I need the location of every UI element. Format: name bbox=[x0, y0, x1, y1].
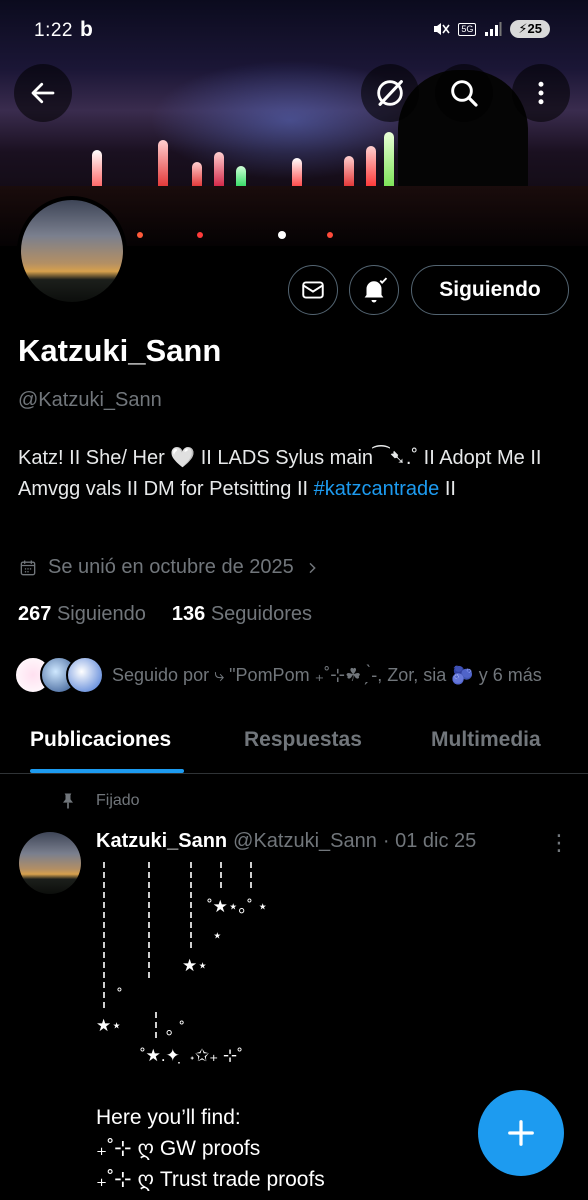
status-bar: 1:22 b 5G ⚡25 bbox=[0, 0, 588, 62]
vertical-dots-icon bbox=[538, 81, 544, 105]
joined-date[interactable]: Se unió en octubre de 2025 bbox=[18, 556, 320, 579]
post-header: Katzuki_Sann @Katzuki_Sann · 01 dic 25 bbox=[96, 830, 476, 853]
bio-text: Katz! II She/ Her 🤍 II LADS Sylus main⁀➷… bbox=[18, 447, 542, 500]
banner-fountain bbox=[236, 166, 246, 186]
pinned-text: Fijado bbox=[96, 792, 140, 809]
back-button[interactable] bbox=[14, 64, 72, 122]
followers-link[interactable]: 136 Seguidores bbox=[172, 603, 312, 626]
following-label: Siguiendo bbox=[56, 603, 146, 625]
deco-stars: ˚ bbox=[117, 986, 123, 1005]
profile-handle: @Katzuki_Sann bbox=[18, 389, 162, 411]
battery-indicator: ⚡25 bbox=[510, 20, 550, 38]
status-time: 1:22 bbox=[34, 20, 73, 41]
profile-avatar[interactable] bbox=[17, 196, 127, 306]
banner-fountain bbox=[292, 158, 302, 186]
deco-stars: ⋆ bbox=[212, 926, 223, 945]
followed-by-text: Seguido por ⤷ "PomPom ₊˚⊹☘ ̗ ̀-, Zor, si… bbox=[112, 664, 542, 685]
tab-publicaciones[interactable]: Publicaciones bbox=[30, 728, 171, 752]
banner-fountain bbox=[192, 162, 202, 186]
banner-fountain bbox=[158, 140, 168, 186]
profile-bio: Katz! II She/ Her 🤍 II LADS Sylus main⁀➷… bbox=[18, 443, 574, 505]
status-icons: 5G ⚡25 bbox=[432, 20, 550, 38]
signal-icon bbox=[485, 22, 502, 36]
deco-stars: ｡ ˚ bbox=[166, 1019, 185, 1038]
following-link[interactable]: 267 Siguiendo bbox=[18, 603, 146, 626]
bio-end: II bbox=[439, 478, 456, 500]
pinned-label: Fijado bbox=[58, 791, 140, 811]
calendar-icon bbox=[20, 560, 36, 575]
profile-tabs: Publicaciones Respuestas Multimedia bbox=[0, 708, 588, 774]
following-count: 267 bbox=[18, 603, 52, 625]
notifications-button[interactable] bbox=[349, 265, 399, 315]
deco-dashed-line bbox=[220, 862, 222, 888]
post-date: · 01 dic 25 bbox=[382, 830, 477, 852]
deco-stars: ˚★.✦ ̣ ˖✩₊ ⊹˚ bbox=[140, 1046, 243, 1065]
banner-fountain bbox=[366, 146, 376, 186]
followed-by[interactable]: Seguido por ⤷ "PomPom ₊˚⊹☘ ̗ ̀-, Zor, si… bbox=[14, 656, 542, 694]
post-body-line: ₊˚⊹ ღ Trust trade proofs bbox=[96, 1168, 325, 1191]
post-author-name[interactable]: Katzuki_Sann bbox=[96, 830, 227, 853]
profile-display-name: Katzuki_Sann bbox=[18, 333, 222, 368]
tab-multimedia[interactable]: Multimedia bbox=[431, 728, 541, 752]
deco-dashed-line bbox=[103, 862, 105, 1008]
more-options-button[interactable] bbox=[512, 64, 570, 122]
mute-icon bbox=[434, 23, 451, 35]
followers-count: 136 bbox=[171, 603, 206, 625]
post-more-button[interactable]: ⋮ bbox=[548, 830, 570, 856]
compose-post-button[interactable] bbox=[478, 1090, 564, 1176]
deco-stars: ˚★⋆｡˚ ⋆ bbox=[207, 897, 269, 916]
post-author-handle: @Katzuki_Sann bbox=[233, 830, 377, 852]
tab-respuestas[interactable]: Respuestas bbox=[244, 728, 362, 752]
arrow-left-icon bbox=[31, 82, 55, 104]
slash-circle-icon bbox=[377, 80, 403, 106]
following-button[interactable]: Siguiendo bbox=[411, 265, 569, 315]
post-body-line: ₊˚⊹ ღ GW proofs bbox=[96, 1137, 261, 1160]
plus-icon bbox=[508, 1120, 534, 1146]
search-button[interactable] bbox=[435, 64, 493, 122]
deco-stars: ★⋆ bbox=[96, 1016, 122, 1035]
banner-fountain bbox=[384, 132, 394, 186]
deco-dashed-line bbox=[148, 862, 150, 978]
grok-button[interactable] bbox=[361, 64, 419, 122]
message-button[interactable] bbox=[288, 265, 338, 315]
chevron-right-icon bbox=[309, 562, 316, 573]
banner-fountain bbox=[214, 152, 224, 186]
bell-check-icon bbox=[364, 277, 388, 303]
search-icon bbox=[451, 80, 478, 107]
battery-level: 25 bbox=[527, 21, 542, 36]
post-body: Here you’ll find: ₊˚⊹ ღ GW proofs ₊˚⊹ ღ … bbox=[96, 1102, 325, 1195]
followers-label: Seguidores bbox=[210, 603, 313, 625]
pin-icon bbox=[63, 793, 73, 809]
deco-dashed-line bbox=[155, 1012, 157, 1038]
deco-dashed-line bbox=[190, 862, 192, 948]
network-type-badge: 5G bbox=[458, 22, 477, 36]
envelope-icon bbox=[302, 281, 324, 299]
tab-active-indicator bbox=[30, 769, 184, 773]
post-author-avatar[interactable] bbox=[19, 832, 81, 894]
deco-stars: ★⋆ bbox=[182, 956, 208, 975]
mini-avatar bbox=[66, 656, 104, 694]
followed-by-avatars bbox=[14, 656, 104, 694]
bio-hashtag-link[interactable]: #katzcantrade bbox=[314, 478, 440, 500]
app-notification-icon: b bbox=[80, 18, 93, 41]
post-body-line: Here you’ll find: bbox=[96, 1106, 241, 1129]
deco-dashed-line bbox=[250, 862, 252, 888]
banner-fountain bbox=[92, 150, 102, 186]
banner-fountain bbox=[344, 156, 354, 186]
joined-text: Se unió en octubre de 2025 bbox=[48, 556, 294, 578]
follow-stats: 267 Siguiendo 136 Seguidores bbox=[18, 603, 312, 626]
